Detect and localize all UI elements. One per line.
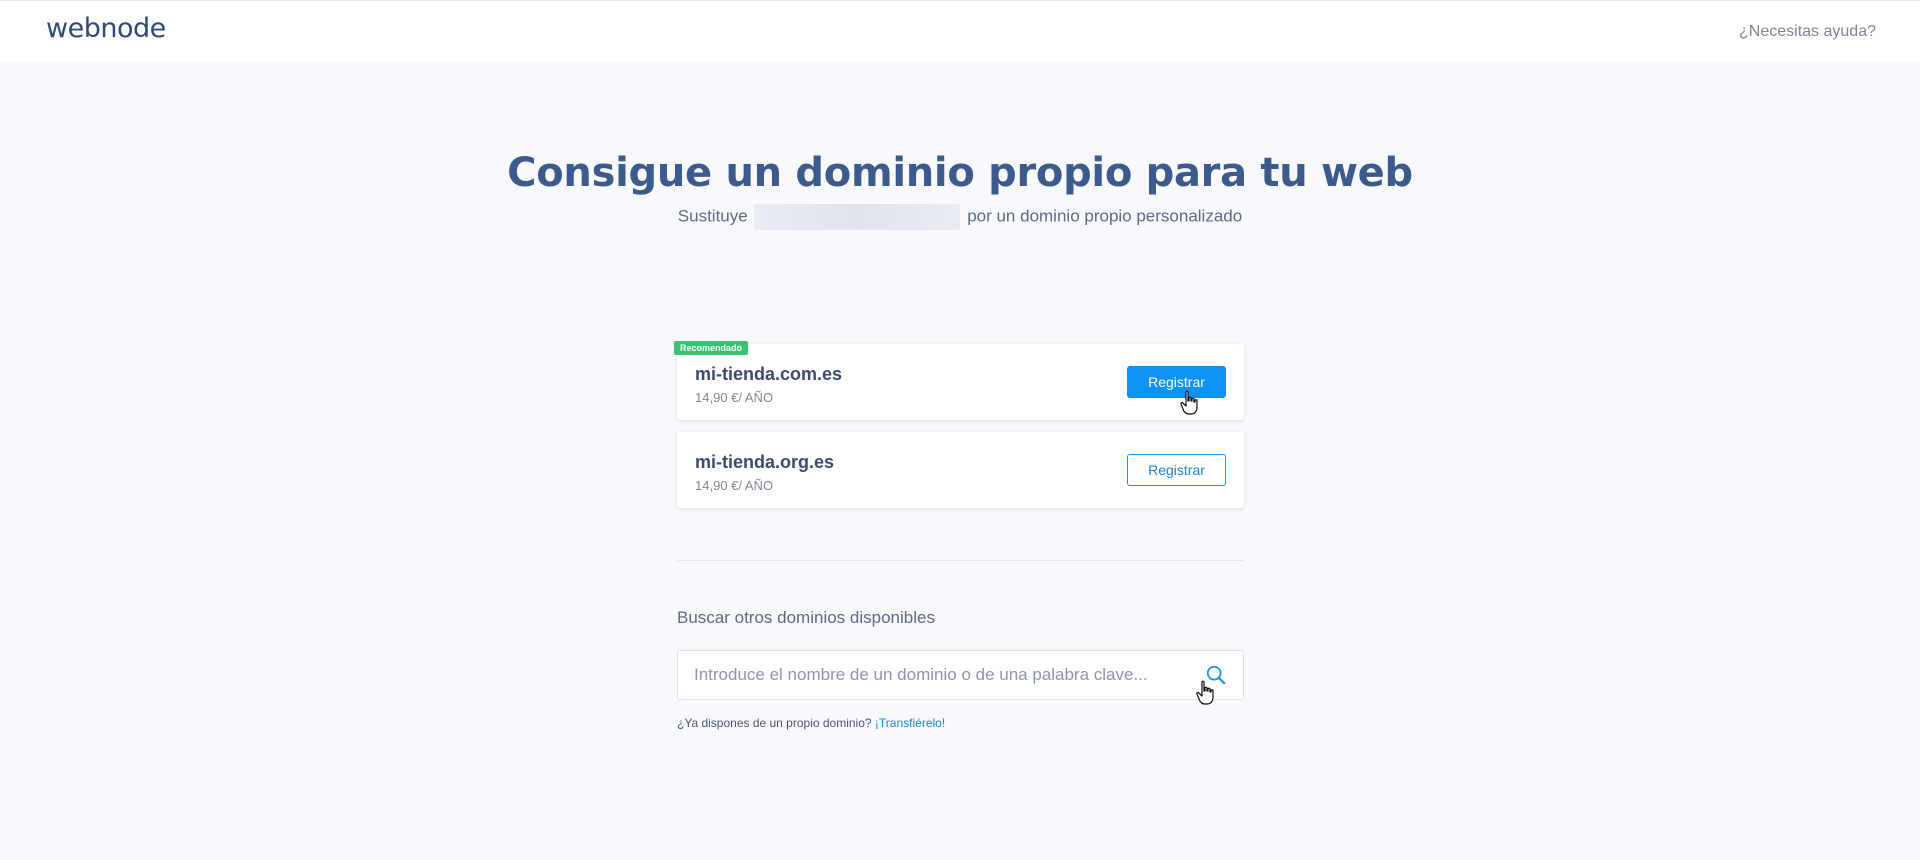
- register-button-com-es[interactable]: Registrar: [1127, 366, 1226, 398]
- help-link[interactable]: ¿Necesitas ayuda?: [1739, 23, 1876, 41]
- page-title: Consigue un dominio propio para tu web: [507, 150, 1413, 196]
- page-subtitle: Sustituye por un dominio propio personal…: [0, 204, 1920, 230]
- top-bar: webnode ¿Necesitas ayuda?: [0, 0, 1920, 62]
- subtitle-suffix: por un dominio propio personalizado: [967, 206, 1243, 226]
- domain-card-org-es: mi-tienda.org.es 14,90 €/ AÑO Registrar: [677, 432, 1244, 508]
- transfer-link[interactable]: ¡Transfiérelo!: [875, 716, 945, 730]
- register-button-org-es[interactable]: Registrar: [1127, 454, 1226, 486]
- domain-price: 14,90 €/ AÑO: [695, 478, 774, 493]
- domain-name: mi-tienda.org.es: [695, 452, 835, 472]
- domain-search-box: [677, 650, 1244, 700]
- recommended-badge: Recomendado: [674, 341, 749, 355]
- domain-search-input[interactable]: [678, 651, 1188, 699]
- hand-pointer-icon: [1180, 390, 1198, 415]
- section-divider: [677, 560, 1244, 561]
- redacted-current-domain: [754, 204, 961, 230]
- transfer-line: ¿Ya dispones de un propio dominio? ¡Tran…: [677, 716, 945, 730]
- domain-price: 14,90 €/ AÑO: [695, 390, 774, 405]
- hand-pointer-icon: [1196, 680, 1214, 705]
- webnode-logo[interactable]: webnode: [46, 13, 166, 44]
- subtitle-prefix: Sustituye: [677, 206, 748, 226]
- domain-name: mi-tienda.com.es: [695, 364, 843, 384]
- transfer-question: ¿Ya dispones de un propio dominio?: [677, 716, 872, 730]
- search-heading: Buscar otros dominios disponibles: [677, 608, 935, 627]
- domain-card-com-es: Recomendado mi-tienda.com.es 14,90 €/ AÑ…: [674, 341, 1244, 420]
